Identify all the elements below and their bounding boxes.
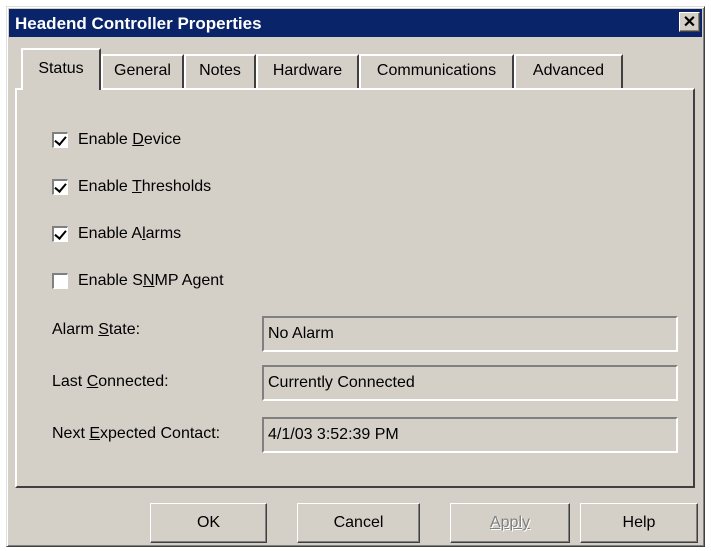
tab-label: Communications [376, 62, 497, 79]
close-button[interactable]: ✕ [679, 12, 700, 32]
enable-device-label: Enable Device [78, 131, 182, 148]
apply-button[interactable]: Apply [450, 503, 570, 543]
checkbox-box[interactable] [52, 226, 68, 242]
window-title: Headend Controller Properties [15, 14, 262, 33]
last-connected-label: Last Connected: [52, 373, 169, 390]
tab-status[interactable]: Status [21, 48, 101, 90]
tab-label: Advanced [532, 62, 605, 79]
tab-communications[interactable]: Communications [359, 54, 514, 88]
next-expected-contact-field: 4/1/03 3:52:39 PM [262, 417, 678, 453]
enable-alarms-label: Enable Alarms [78, 225, 182, 242]
tab-notes[interactable]: Notes [184, 54, 256, 88]
last-connected-field: Currently Connected [262, 365, 678, 401]
tab-label: Notes [199, 62, 241, 79]
cancel-button[interactable]: Cancel [297, 503, 420, 543]
enable-device-checkbox[interactable]: Enable Device [52, 129, 181, 151]
apply-label: Apply [489, 514, 531, 531]
enable-snmp-agent-label: Enable SNMP Agent [78, 272, 224, 289]
next-expected-contact-label: Next Expected Contact: [52, 425, 221, 442]
alarm-state-label: Alarm State: [52, 321, 141, 338]
tab-advanced[interactable]: Advanced [514, 54, 623, 88]
checkbox-box[interactable] [52, 132, 68, 148]
checkbox-box[interactable] [52, 273, 68, 289]
enable-alarms-checkbox[interactable]: Enable Alarms [52, 223, 181, 245]
close-icon: ✕ [682, 14, 697, 31]
tab-label: Status [38, 60, 84, 77]
tab-general[interactable]: General [101, 54, 184, 88]
enable-snmp-agent-checkbox[interactable]: Enable SNMP Agent [52, 270, 224, 292]
tab-label: General [114, 62, 171, 79]
ok-button[interactable]: OK [150, 503, 267, 543]
tab-hardware[interactable]: Hardware [256, 54, 359, 88]
alarm-state-field: No Alarm [262, 316, 678, 352]
checkbox-box[interactable] [52, 179, 68, 195]
help-button[interactable]: Help [580, 503, 698, 543]
title-bar[interactable]: Headend Controller Properties ✕ [9, 9, 702, 37]
tab-label: Hardware [272, 62, 343, 79]
enable-thresholds-label: Enable Thresholds [78, 178, 212, 195]
enable-thresholds-checkbox[interactable]: Enable Thresholds [52, 176, 211, 198]
